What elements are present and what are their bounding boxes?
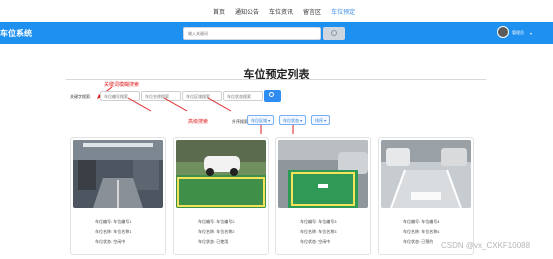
chevron-down-icon[interactable]: ▾ <box>530 31 532 36</box>
annotation-arrow-icon <box>260 125 262 134</box>
parking-card[interactable]: 车位编号: 车位编号3 车位名称: 车位名称3 车位状态: 空闲中 <box>275 137 371 255</box>
parking-photo <box>381 140 471 208</box>
card-name: 车位名称: 车位名称1 <box>95 229 132 234</box>
annotation-arrow-icon <box>127 97 152 112</box>
card-number: 车位编号: 车位编号1 <box>95 219 132 224</box>
card-number: 车位编号: 车位编号4 <box>403 219 440 224</box>
nav-item-messages[interactable]: 留言区 <box>303 7 321 16</box>
nav-item-home[interactable]: 首页 <box>213 7 225 16</box>
nav-item-notices[interactable]: 通知公告 <box>235 7 259 16</box>
user-name[interactable]: 管理员 <box>512 30 524 36</box>
parking-photo <box>176 140 266 208</box>
annotation-arrow-icon <box>163 97 188 112</box>
filter-label: 关键字搜索: <box>70 94 92 99</box>
parking-photo <box>278 140 368 208</box>
card-status: 车位状态: 空闲中 <box>95 239 126 244</box>
card-name: 车位名称: 车位名称3 <box>300 229 337 234</box>
parking-card[interactable]: 车位编号: 车位编号2 车位名称: 车位名称2 车位状态: 已使用 <box>173 137 269 255</box>
annotation-arrow-icon <box>292 125 294 134</box>
card-number: 车位编号: 车位编号2 <box>198 219 235 224</box>
card-status: 车位状态: 已预约 <box>403 239 434 244</box>
annotation-arrow-icon <box>207 97 232 112</box>
nav-item-booking[interactable]: 车位预定 <box>331 7 355 16</box>
card-name: 车位名称: 车位名称4 <box>403 229 440 234</box>
top-navigation: 首页 通知公告 车位资讯 留言区 车位预定 <box>0 0 553 22</box>
parking-card[interactable]: 车位编号: 车位编号1 车位名称: 车位名称1 车位状态: 空闲中 <box>70 137 166 255</box>
card-status: 车位状态: 已使用 <box>198 239 229 244</box>
card-number: 车位编号: 车位编号3 <box>300 219 337 224</box>
search-icon <box>331 30 337 36</box>
card-status: 车位状态: 空闲中 <box>300 239 331 244</box>
parking-photo <box>73 140 163 208</box>
search-icon <box>269 92 274 97</box>
search-button[interactable] <box>323 27 345 40</box>
watermark: CSDN @vx_CXKF10088 <box>441 241 531 250</box>
sort-order-dropdown[interactable]: 排序 ▾ <box>311 115 331 125</box>
nav-links: 首页 通知公告 车位资讯 留言区 车位预定 <box>213 7 365 16</box>
header-bar: 车位系统 管理员 ▾ <box>0 22 553 44</box>
nav-item-news[interactable]: 车位资讯 <box>269 7 293 16</box>
brand-title: 车位系统 <box>0 29 32 38</box>
annotation-advanced-search: 高级搜索 <box>188 119 209 125</box>
parking-card[interactable]: 车位编号: 车位编号4 车位名称: 车位名称4 车位状态: 已预约 <box>378 137 474 255</box>
card-name: 车位名称: 车位名称2 <box>198 229 235 234</box>
search-input[interactable] <box>183 27 321 40</box>
title-divider <box>66 79 486 80</box>
avatar[interactable] <box>497 26 509 38</box>
filter-search-button[interactable] <box>264 90 281 102</box>
